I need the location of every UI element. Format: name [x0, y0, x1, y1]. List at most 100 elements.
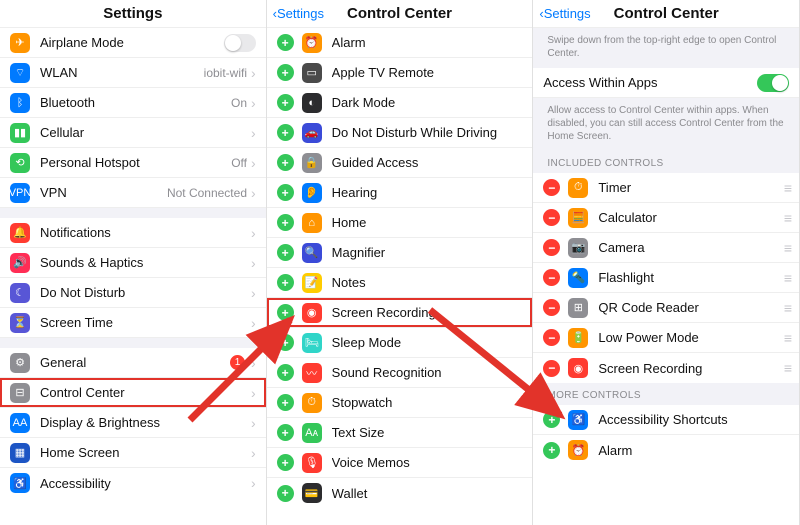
control-row-apple-tv-remote[interactable]: + ▭ Apple TV Remote [267, 58, 533, 88]
add-button[interactable]: + [277, 244, 294, 261]
settings-row-vpn[interactable]: VPN VPN Not Connected› [0, 178, 266, 208]
control-row-sleep-mode[interactable]: + 🛏 Sleep Mode [267, 328, 533, 358]
control-row-alarm[interactable]: +⏰ Alarm [533, 435, 799, 465]
remove-button[interactable]: − [543, 269, 560, 286]
row-label: Alarm [332, 35, 523, 50]
settings-row-accessibility[interactable]: ♿ Accessibility › [0, 468, 266, 498]
clock-icon: ⏰ [302, 33, 322, 53]
drag-handle-icon[interactable]: ≡ [784, 330, 789, 346]
control-row-screen-recording[interactable]: −◉ Screen Recording ≡ [533, 353, 799, 383]
remove-button[interactable]: − [543, 299, 560, 316]
add-button[interactable]: + [543, 411, 560, 428]
drag-handle-icon[interactable]: ≡ [784, 300, 789, 316]
remove-button[interactable]: − [543, 360, 560, 377]
control-row-calculator[interactable]: −🧮 Calculator ≡ [533, 203, 799, 233]
settings-row-personal-hotspot[interactable]: ⟲ Personal Hotspot Off› [0, 148, 266, 178]
add-button[interactable]: + [277, 274, 294, 291]
control-row-voice-memos[interactable]: + 🎙 Voice Memos [267, 448, 533, 478]
tv-icon: ▭ [302, 63, 322, 83]
control-row-home[interactable]: + ⌂ Home [267, 208, 533, 238]
control-row-stopwatch[interactable]: + ⏱ Stopwatch [267, 388, 533, 418]
control-row-do-not-disturb-while-driving[interactable]: + 🚗 Do Not Disturb While Driving [267, 118, 533, 148]
add-button[interactable]: + [277, 485, 294, 502]
add-button[interactable]: + [277, 34, 294, 51]
settings-row-notifications[interactable]: 🔔 Notifications › [0, 218, 266, 248]
add-button[interactable]: + [277, 394, 294, 411]
drag-handle-icon[interactable]: ≡ [784, 270, 789, 286]
settings-row-bluetooth[interactable]: ᛒ Bluetooth On› [0, 88, 266, 118]
cam-icon: 📷 [568, 238, 588, 258]
row-label: QR Code Reader [598, 300, 784, 315]
control-row-alarm[interactable]: + ⏰ Alarm [267, 28, 533, 58]
drag-handle-icon[interactable]: ≡ [784, 360, 789, 376]
add-button[interactable]: + [277, 364, 294, 381]
more-controls-list: +♿ Accessibility Shortcuts +⏰ Alarm [533, 405, 799, 465]
control-row-dark-mode[interactable]: + ◐ Dark Mode [267, 88, 533, 118]
car-icon: 🚗 [302, 123, 322, 143]
control-center-add-panel: ‹ Settings Control Center + ⏰ Alarm + ▭ … [267, 0, 534, 525]
settings-row-display-brightness[interactable]: AA Display & Brightness › [0, 408, 266, 438]
battery-icon: 🔋 [568, 328, 588, 348]
back-button[interactable]: ‹ Settings [539, 6, 590, 21]
control-row-notes[interactable]: + 📝 Notes [267, 268, 533, 298]
control-row-magnifier[interactable]: + 🔍 Magnifier [267, 238, 533, 268]
back-button[interactable]: ‹ Settings [273, 6, 324, 21]
add-button[interactable]: + [277, 64, 294, 81]
settings-row-control-center[interactable]: ⊟ Control Center › [0, 378, 266, 408]
remove-button[interactable]: − [543, 239, 560, 256]
toggle-switch[interactable] [224, 34, 256, 52]
add-button[interactable]: + [277, 334, 294, 351]
add-button[interactable]: + [277, 214, 294, 231]
settings-row-airplane-mode[interactable]: ✈ Airplane Mode [0, 28, 266, 58]
control-row-accessibility-shortcuts[interactable]: +♿ Accessibility Shortcuts [533, 405, 799, 435]
row-label: Screen Recording [332, 305, 523, 320]
row-label: Cellular [40, 125, 251, 140]
add-button[interactable]: + [543, 442, 560, 459]
settings-row-general[interactable]: ⚙ General 1› [0, 348, 266, 378]
row-label: Hearing [332, 185, 523, 200]
chevron-right-icon: › [251, 285, 256, 301]
remove-button[interactable]: − [543, 329, 560, 346]
remove-button[interactable]: − [543, 179, 560, 196]
control-row-wallet[interactable]: + 💳 Wallet [267, 478, 533, 508]
settings-row-sounds-haptics[interactable]: 🔊 Sounds & Haptics › [0, 248, 266, 278]
row-label: WLAN [40, 65, 204, 80]
control-row-timer[interactable]: −⏱ Timer ≡ [533, 173, 799, 203]
control-row-sound-recognition[interactable]: + 〰 Sound Recognition [267, 358, 533, 388]
toggle-switch[interactable] [757, 74, 789, 92]
add-button[interactable]: + [277, 94, 294, 111]
drag-handle-icon[interactable]: ≡ [784, 240, 789, 256]
control-row-qr-code-reader[interactable]: −⊞ QR Code Reader ≡ [533, 293, 799, 323]
included-controls-list: −⏱ Timer ≡ −🧮 Calculator ≡ −📷 Camera ≡ −… [533, 173, 799, 383]
add-button[interactable]: + [277, 454, 294, 471]
settings-row-screen-time[interactable]: ⏳ Screen Time › [0, 308, 266, 338]
row-label: Screen Recording [598, 361, 784, 376]
add-button[interactable]: + [277, 124, 294, 141]
flash-icon: 🔦 [568, 268, 588, 288]
row-label: Dark Mode [332, 95, 523, 110]
control-row-hearing[interactable]: + 👂 Hearing [267, 178, 533, 208]
control-row-screen-recording[interactable]: + ◉ Screen Recording [267, 298, 533, 328]
row-label: Airplane Mode [40, 35, 224, 50]
drag-handle-icon[interactable]: ≡ [784, 210, 789, 226]
row-label: Display & Brightness [40, 415, 251, 430]
add-button[interactable]: + [277, 154, 294, 171]
settings-row-do-not-disturb[interactable]: ☾ Do Not Disturb › [0, 278, 266, 308]
drag-handle-icon[interactable]: ≡ [784, 180, 789, 196]
control-row-guided-access[interactable]: + 🔒 Guided Access [267, 148, 533, 178]
settings-row-home-screen[interactable]: ▦ Home Screen › [0, 438, 266, 468]
settings-row-cellular[interactable]: ▮▮ Cellular › [0, 118, 266, 148]
control-row-flashlight[interactable]: −🔦 Flashlight ≡ [533, 263, 799, 293]
row-label: Control Center [40, 385, 251, 400]
remove-button[interactable]: − [543, 209, 560, 226]
control-row-low-power-mode[interactable]: −🔋 Low Power Mode ≡ [533, 323, 799, 353]
control-row-camera[interactable]: −📷 Camera ≡ [533, 233, 799, 263]
add-button[interactable]: + [277, 184, 294, 201]
control-row-text-size[interactable]: + Aᴀ Text Size [267, 418, 533, 448]
row-label: Sound Recognition [332, 365, 523, 380]
access-within-apps-row[interactable]: Access Within Apps [533, 68, 799, 98]
add-button[interactable]: + [277, 304, 294, 321]
settings-row-wlan[interactable]: ⌔ WLAN iobit-wifi› [0, 58, 266, 88]
row-value: Off [231, 156, 247, 170]
add-button[interactable]: + [277, 424, 294, 441]
